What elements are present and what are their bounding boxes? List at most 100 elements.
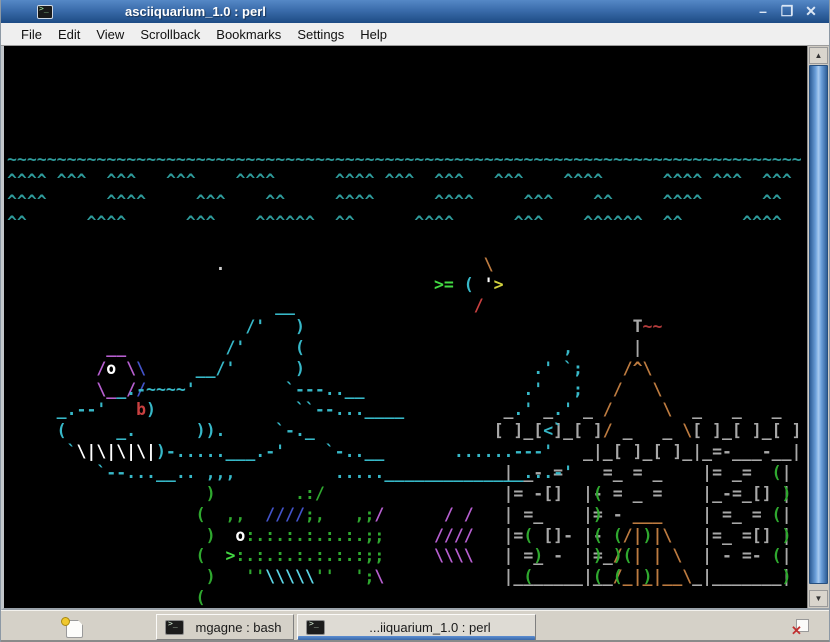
ascii-seaweed: ) [782, 568, 792, 586]
ascii-big-fish: '' [315, 568, 335, 586]
ascii-seaweed: ) [206, 485, 216, 503]
ascii-shark: _. [116, 422, 136, 440]
ascii-seaweed: ( [613, 527, 623, 545]
menu-settings[interactable]: Settings [289, 24, 352, 45]
ascii-castle: / \ [613, 381, 663, 399]
ascii-seaweed: ( [772, 547, 782, 565]
menu-help[interactable]: Help [352, 24, 395, 45]
ascii-seaweed: ( [593, 527, 603, 545]
menu-scrollback[interactable]: Scrollback [132, 24, 208, 45]
ascii-magenta-fish: o [106, 360, 116, 378]
title-bar[interactable]: asciiquarium_1.0 : perl – ❐ ✕ [1, 0, 829, 23]
task-button-bash[interactable]: mgagne : bash [156, 614, 294, 640]
ascii-castle: |=_ =[] | [672, 527, 791, 545]
ascii-shark: __/' [196, 360, 236, 378]
ascii-big-fish: :.:.:.:.:.:.: [235, 547, 364, 565]
ascii-castle: /^\ [623, 360, 653, 378]
ascii-shark: `--...__.. [96, 464, 195, 482]
ascii-big-fish: //// [265, 506, 305, 524]
menu-view[interactable]: View [88, 24, 132, 45]
ascii-shark: ) [295, 360, 305, 378]
ascii-castle: _ _ _ [692, 401, 781, 419]
ascii-big-fish: / / [444, 506, 474, 524]
maximize-button[interactable]: ❐ [779, 0, 795, 23]
ascii-castle: [ ]_[ ]_[ ] [692, 422, 801, 440]
ascii-big-fish: .:/ [295, 485, 325, 503]
ascii-magenta-fish: \ [126, 360, 136, 378]
notes-icon[interactable] [61, 616, 83, 638]
terminal-screen[interactable]: ~~~~~~~~~~~~~~~~~~~~~~~~~~~~~~~~~~~~~~~~… [7, 47, 807, 608]
ascii-shark: , [563, 339, 573, 357]
ascii-seaweed: ( [523, 527, 533, 545]
window-title: asciiquarium_1.0 : perl [125, 4, 266, 19]
minimize-button[interactable]: – [755, 0, 771, 23]
menu-bookmarks[interactable]: Bookmarks [208, 24, 289, 45]
ascii-castle: =_ = _ |= _= | [603, 464, 792, 482]
ascii-seaweed: ( [593, 568, 603, 586]
ascii-seaweed: ) [206, 568, 216, 586]
ascii-castle: T [633, 318, 643, 336]
ascii-castle: |= -[] |- = _ = |_-=_[] | [504, 485, 792, 503]
ascii-shark: ......---' [454, 443, 553, 461]
task-label: mgagne : bash [184, 620, 293, 635]
ascii-big-fish: ;; [364, 527, 384, 545]
terminal-icon [306, 620, 325, 635]
tray-close-note-icon[interactable]: ✕ [791, 617, 811, 637]
ascii-shark: ``--...____ [295, 401, 404, 419]
ascii-small-fish: >= [434, 276, 454, 294]
ascii-seaweed: ( [523, 568, 533, 586]
ascii-castle: _|_[ ]_[ ]_|_=-___-__| [583, 443, 802, 461]
ascii-big-fish: ,, [225, 506, 245, 524]
ascii-shark: _.-~~~~' [116, 381, 195, 399]
ascii-water-surface: ~~~~~~~~~~~~~~~~~~~~~~~~~~~~~~~~~~~~~~~~… [7, 151, 802, 169]
menu-file[interactable]: File [13, 24, 50, 45]
ascii-castle: /_|_|__\ [613, 568, 692, 586]
ascii-magenta-fish: __ [106, 339, 126, 357]
ascii-seaweed: ( [196, 547, 206, 565]
ascii-shark: .' .' [513, 401, 573, 419]
ascii-bubble: . [216, 256, 226, 274]
ascii-shark: .' `; [533, 360, 583, 378]
ascii-big-fish: :.:.:.:.:.:. [245, 527, 364, 545]
ascii-shark: .....______________...-' [335, 464, 573, 482]
ascii-shark: )). [196, 422, 226, 440]
ascii-seaweed: ( [196, 589, 206, 607]
ascii-castle: ___ [633, 506, 663, 524]
scroll-down-button[interactable]: ▼ [809, 590, 828, 607]
ascii-big-fish: \\\\ [434, 547, 474, 565]
ascii-castle: / \ [603, 401, 673, 419]
terminal-icon [165, 620, 184, 635]
scrollbar[interactable]: ▲ ▼ [807, 46, 829, 608]
ascii-castle: |= []- |- [504, 527, 623, 545]
scrollbar-thumb[interactable] [809, 65, 828, 584]
ascii-shark: /' [245, 318, 265, 336]
ascii-magenta-fish: \ [136, 360, 146, 378]
taskbar-panel: mgagne : bash ...iiquarium_1.0 : perl ✕ [1, 610, 829, 642]
ascii-shark: `---..__ [285, 381, 364, 399]
ascii-water-surface: ^^^^ ^^^ ^^^ ^^^ ^^^^ ^^^^ ^^^ ^^^ ^^^ ^… [7, 172, 792, 190]
ascii-seaweed: ( [196, 506, 206, 524]
ascii-big-fish: //// [434, 527, 474, 545]
ascii-castle: \ [682, 422, 692, 440]
ascii-big-fish: o [235, 527, 245, 545]
ascii-shark: /' [225, 339, 245, 357]
ascii-big-fish: '; [355, 568, 375, 586]
ascii-seaweed: ) [593, 506, 603, 524]
ascii-seaweed: ) [206, 527, 216, 545]
ascii-seaweed: ) [782, 527, 792, 545]
menu-edit[interactable]: Edit [50, 24, 88, 45]
ascii-seaweed: ) [593, 547, 603, 565]
ascii-small-fish: ( [464, 276, 474, 294]
ascii-shark: \|\|\|\| [77, 443, 156, 461]
ascii-shark: ( [295, 339, 305, 357]
ascii-castle: | =_ |= - [504, 506, 633, 524]
ascii-small-fish: / [474, 297, 484, 315]
ascii-big-fish: ;, [305, 506, 325, 524]
ascii-magenta-fish: / [96, 360, 106, 378]
scroll-up-button[interactable]: ▲ [809, 47, 828, 64]
ascii-shark: `-._ [275, 422, 315, 440]
close-button[interactable]: ✕ [803, 0, 819, 23]
task-button-asciiquarium[interactable]: ...iiquarium_1.0 : perl [297, 614, 536, 640]
active-task-indicator [298, 636, 535, 640]
ascii-small-fish: > [494, 276, 504, 294]
